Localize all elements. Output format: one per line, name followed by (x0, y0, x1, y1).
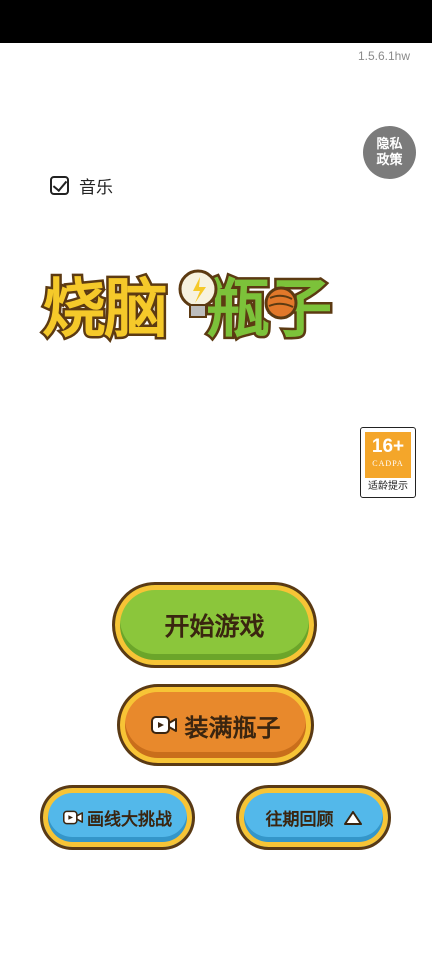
music-toggle[interactable]: 音乐 (50, 173, 113, 198)
past-review-label: 往期回顾 (265, 810, 334, 830)
music-label: 音乐 (79, 178, 113, 198)
fill-bottle-button[interactable]: 装满瓶子 (117, 684, 314, 766)
status-bar (0, 0, 432, 43)
draw-challenge-button[interactable]: 画线大挑战 (40, 785, 195, 850)
logo-text-part1: 烧脑 (42, 273, 166, 347)
fill-bottle-label: 装满瓶子 (184, 713, 281, 742)
draw-challenge-label: 画线大挑战 (87, 810, 172, 830)
privacy-policy-label: 隐私政策 (376, 136, 403, 168)
privacy-policy-button[interactable]: 隐私政策 (363, 126, 416, 179)
past-review-button[interactable]: 往期回顾 (236, 785, 391, 850)
age-rating-label: 适龄提示 (368, 481, 408, 492)
video-camera-icon (63, 810, 83, 825)
ball-icon (264, 286, 298, 320)
version-label: 1.5.6.1hw (357, 49, 410, 63)
age-rating-number: 16+ (371, 436, 405, 457)
start-game-button[interactable]: 开始游戏 (112, 582, 317, 668)
start-game-label: 开始游戏 (164, 612, 265, 641)
age-rating-org: CADPA (372, 459, 404, 468)
video-camera-icon (150, 716, 177, 734)
game-logo: 烧脑瓶子 (40, 269, 335, 350)
music-checkbox[interactable] (50, 176, 69, 195)
age-rating-badge[interactable]: 16+ CADPA 适龄提示 (360, 427, 416, 498)
triangle-up-icon (343, 810, 362, 825)
